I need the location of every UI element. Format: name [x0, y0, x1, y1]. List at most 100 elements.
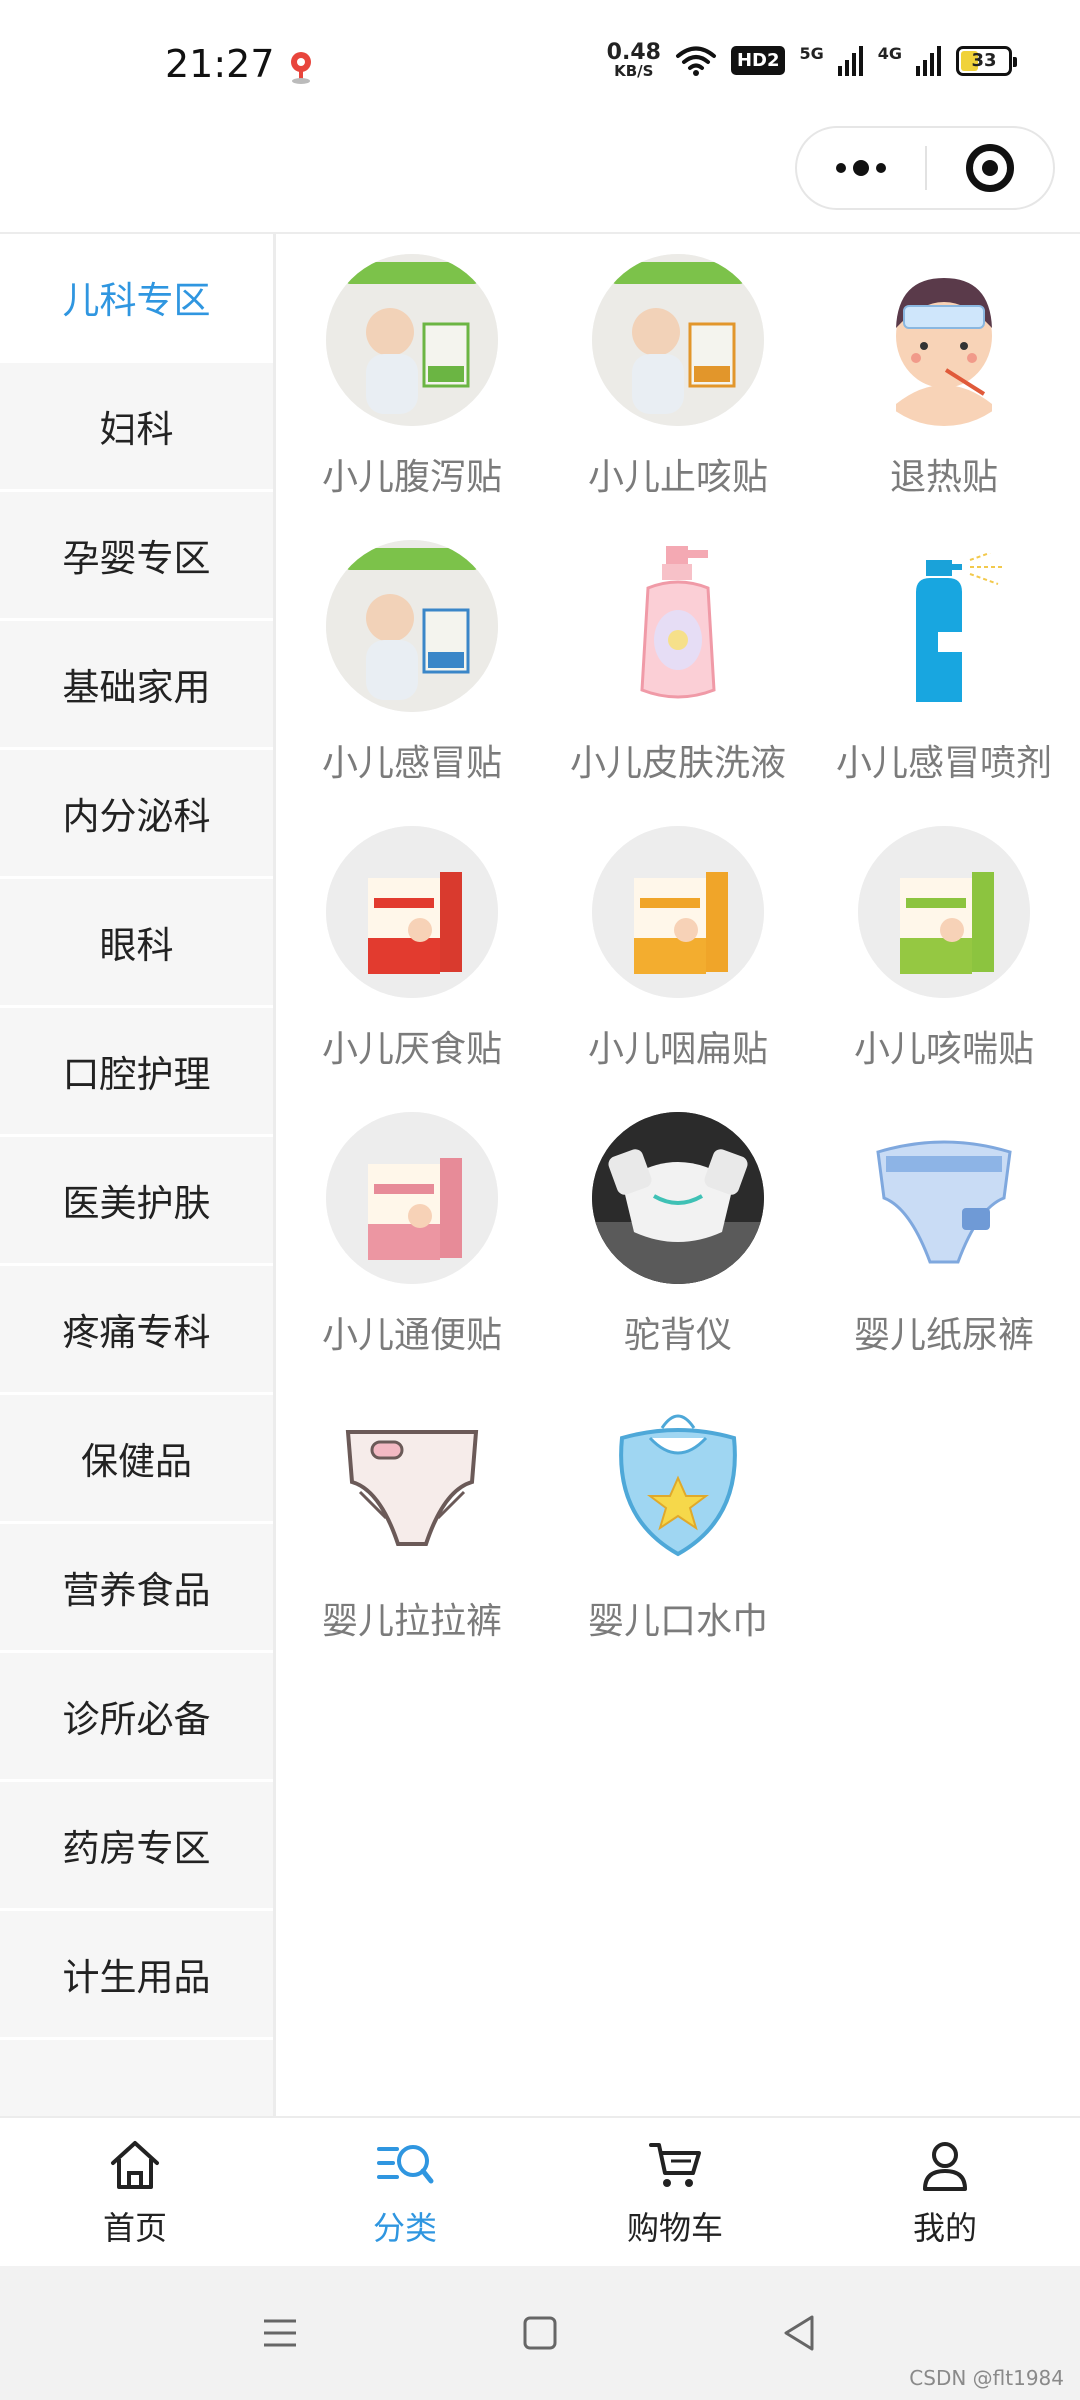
product-label: 小儿腹泻贴 — [321, 457, 502, 498]
product-label: 驼背仪 — [623, 1315, 732, 1356]
lotion-bottle-icon — [592, 540, 764, 712]
more-dot-icon — [876, 163, 886, 173]
product-label: 婴儿口水巾 — [587, 1601, 768, 1642]
product-item[interactable]: 小儿咽扁贴 — [545, 806, 811, 1092]
product-label: 小儿咽扁贴 — [587, 1029, 768, 1070]
baby-box-photo-icon — [326, 254, 498, 426]
category-search-icon — [377, 2145, 434, 2184]
product-item[interactable]: 小儿咳喘贴 — [811, 806, 1077, 1092]
signal-5g-label: 5G — [799, 44, 824, 63]
blue-diaper-icon — [858, 1112, 1030, 1284]
bib-icon — [592, 1398, 764, 1570]
product-label: 退热贴 — [889, 457, 998, 498]
product-item[interactable]: 驼背仪 — [545, 1092, 811, 1378]
category-sidebar: 儿科专区 妇科 孕婴专区 基础家用 内分泌科 眼科 口腔护理 医美护肤 疼痛专科… — [0, 234, 276, 2118]
pink-box-icon — [326, 1112, 498, 1284]
green-box-icon — [858, 826, 1030, 998]
product-item[interactable]: 退热贴 — [811, 234, 1077, 520]
product-item[interactable]: 小儿感冒贴 — [279, 520, 545, 806]
product-item[interactable]: 小儿通便贴 — [279, 1092, 545, 1378]
signal-4g-icon — [916, 45, 941, 76]
sidebar-item-cosmetic-skincare[interactable]: 医美护肤 — [0, 1137, 273, 1266]
posture-device-photo-icon — [592, 1112, 764, 1284]
user-icon — [923, 2142, 967, 2191]
product-item[interactable]: 婴儿纸尿裤 — [811, 1092, 1077, 1378]
sidebar-item-clinic[interactable]: 诊所必备 — [0, 1653, 273, 1782]
product-label: 小儿感冒贴 — [321, 743, 502, 784]
home-icon — [111, 2141, 159, 2189]
more-menu-button[interactable] — [797, 128, 925, 208]
status-time: 21:27 — [165, 42, 275, 86]
product-label: 婴儿拉拉裤 — [321, 1601, 502, 1642]
product-label: 小儿止咳贴 — [587, 457, 768, 498]
sidebar-item-nutrition[interactable]: 营养食品 — [0, 1524, 273, 1653]
net-speed-unit: KB/S — [614, 62, 654, 80]
baby-box-photo-icon — [326, 540, 498, 712]
baby-box-photo-icon — [592, 254, 764, 426]
more-dot-icon — [836, 163, 846, 173]
product-item[interactable]: 婴儿拉拉裤 — [279, 1378, 545, 1664]
orange-box-icon — [592, 826, 764, 998]
wifi-icon — [675, 46, 716, 76]
system-nav-bar: CSDN @flt1984 — [0, 2266, 1080, 2400]
product-label: 小儿厌食贴 — [321, 1029, 502, 1070]
status-bar: 21:27 0.48 KB/S HD2 5G 4G 33 — [0, 0, 1080, 130]
miniprogram-capsule — [795, 126, 1055, 210]
recents-button[interactable] — [150, 2266, 410, 2400]
product-item[interactable]: 小儿皮肤洗液 — [545, 520, 811, 806]
more-dot-icon — [853, 160, 869, 176]
home-nav-button[interactable] — [410, 2266, 670, 2400]
tab-category[interactable]: 分类 — [270, 2118, 540, 2266]
sidebar-item-maternity[interactable]: 孕婴专区 — [0, 492, 273, 621]
cart-icon — [649, 2143, 701, 2187]
sidebar-item-oral-care[interactable]: 口腔护理 — [0, 1008, 273, 1137]
battery-level: 33 — [971, 50, 997, 71]
product-label: 小儿咳喘贴 — [853, 1029, 1034, 1070]
product-label: 小儿通便贴 — [321, 1315, 502, 1356]
status-indicators: 0.48 KB/S HD2 5G 4G 33 — [607, 42, 1017, 79]
tab-cart[interactable]: 购物车 — [540, 2118, 810, 2266]
sidebar-item-household[interactable]: 基础家用 — [0, 621, 273, 750]
target-icon — [965, 144, 1014, 192]
close-miniprogram-button[interactable] — [927, 128, 1053, 208]
tab-home[interactable]: 首页 — [0, 2118, 270, 2266]
sidebar-item-pediatrics[interactable]: 儿科专区 — [0, 234, 273, 363]
bottom-tab-bar: 首页 分类 购物车 我的 — [0, 2116, 1080, 2266]
red-box-icon — [326, 826, 498, 998]
product-item[interactable]: 婴儿口水巾 — [545, 1378, 811, 1664]
tab-label: 分类 — [372, 2209, 437, 2247]
sidebar-item-pharmacy[interactable]: 药房专区 — [0, 1782, 273, 1911]
product-item[interactable]: 小儿腹泻贴 — [279, 234, 545, 520]
tab-label: 购物车 — [626, 2209, 723, 2247]
fever-boy-icon — [858, 254, 1030, 426]
sidebar-item-endocrinology[interactable]: 内分泌科 — [0, 750, 273, 879]
signal-4g-label: 4G — [877, 44, 902, 63]
sidebar-item-pain[interactable]: 疼痛专科 — [0, 1266, 273, 1395]
product-item[interactable]: 小儿感冒喷剂 — [811, 520, 1077, 806]
product-label: 小儿感冒喷剂 — [835, 743, 1052, 784]
back-nav-button[interactable] — [670, 2266, 930, 2400]
location-icon — [291, 52, 311, 84]
product-item[interactable]: 小儿厌食贴 — [279, 806, 545, 1092]
sidebar-item-ophthalmology[interactable]: 眼科 — [0, 879, 273, 1008]
tab-label: 首页 — [102, 2209, 167, 2247]
product-item[interactable]: 小儿止咳贴 — [545, 234, 811, 520]
product-label: 婴儿纸尿裤 — [853, 1315, 1034, 1356]
tab-profile[interactable]: 我的 — [810, 2118, 1080, 2266]
hd-badge: HD2 — [730, 46, 786, 75]
net-speed-value: 0.48 — [606, 40, 661, 65]
tab-label: 我的 — [912, 2209, 977, 2247]
product-grid: 小儿腹泻贴 小儿止咳贴 退热贴 小儿感冒贴 小儿皮肤洗液 小儿感冒喷剂 小儿厌食… — [279, 234, 1080, 1664]
sidebar-item-family-planning[interactable]: 计生用品 — [0, 1911, 273, 2040]
menu-icon — [264, 2319, 296, 2347]
sidebar-item-health-products[interactable]: 保健品 — [0, 1395, 273, 1524]
net-speed: 0.48 KB/S — [607, 42, 661, 79]
battery-icon: 33 — [956, 45, 1017, 76]
sidebar-item-gynecology[interactable]: 妇科 — [0, 363, 273, 492]
back-triangle-icon — [784, 2315, 814, 2351]
signal-5g-icon — [837, 45, 863, 76]
product-label: 小儿皮肤洗液 — [569, 743, 786, 784]
watermark: CSDN @flt1984 — [909, 2366, 1064, 2390]
spray-bottle-icon — [858, 540, 1030, 712]
square-icon — [523, 2316, 557, 2350]
